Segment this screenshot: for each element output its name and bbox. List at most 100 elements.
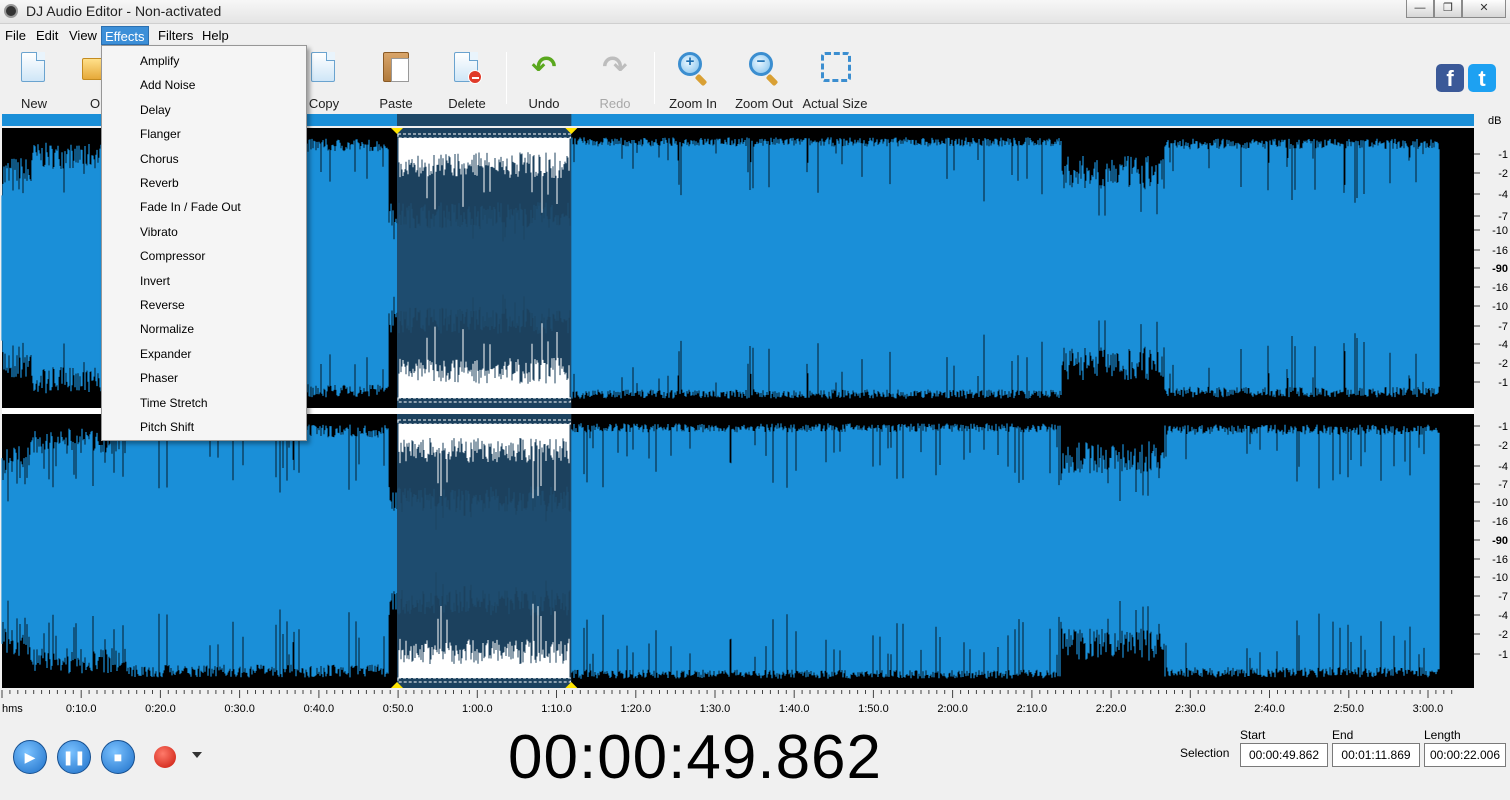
db-tick-label: -4 — [1498, 461, 1508, 473]
copy-button[interactable]: Copy — [302, 50, 346, 111]
db-tick-label: -16 — [1492, 245, 1508, 257]
paste-button[interactable]: Paste — [374, 50, 418, 111]
effects-menu-item[interactable]: Delay — [102, 98, 306, 122]
effects-menu-item[interactable]: Phaser — [102, 366, 306, 390]
redo-label: Redo — [599, 96, 631, 111]
zoom-out-icon: − — [747, 50, 781, 87]
effects-menu-item[interactable]: Vibrato — [102, 220, 306, 244]
time-tick-label: 1:40.0 — [779, 703, 810, 715]
redo-button[interactable]: ↷ Redo — [594, 50, 636, 112]
effects-menu-item[interactable]: Normalize — [102, 317, 306, 341]
db-unit-label: dB — [1488, 115, 1501, 127]
pause-button[interactable]: ❚❚ — [57, 740, 91, 774]
db-tick-label: -2 — [1498, 168, 1508, 180]
stop-icon: ■ — [113, 749, 123, 765]
menu-help[interactable]: Help — [199, 26, 232, 45]
minimize-button[interactable]: — — [1406, 0, 1434, 18]
time-tick-label: 2:10.0 — [1017, 703, 1048, 715]
db-tick-label: -7 — [1498, 321, 1508, 333]
zoom-in-button[interactable]: + Zoom In — [666, 50, 720, 111]
waveform-channel — [1, 423, 1440, 679]
delete-button[interactable]: Delete — [444, 50, 490, 111]
db-tick-label: -7 — [1498, 211, 1508, 223]
db-tick-label: -1 — [1498, 649, 1508, 661]
effects-menu-item[interactable]: Expander — [102, 342, 306, 366]
time-tick-label: 2:40.0 — [1254, 703, 1285, 715]
db-tick-label: -16 — [1492, 282, 1508, 294]
db-tick-label: -1 — [1498, 377, 1508, 389]
effects-menu-item[interactable]: Flanger — [102, 122, 306, 146]
zoom-out-button[interactable]: − Zoom Out — [732, 50, 796, 111]
effects-menu-item[interactable]: Fade In / Fade Out — [102, 195, 306, 219]
selection-label: Selection — [1180, 746, 1230, 760]
db-tick-label: -90 — [1492, 263, 1508, 275]
effects-dropdown-menu: Amplify Add Noise Delay Flanger Chorus Reverb… — [101, 45, 307, 441]
copy-icon — [307, 50, 341, 86]
overview-selection — [396, 114, 572, 126]
effects-menu-item[interactable]: Invert — [102, 269, 306, 293]
time-tick-label: 0:30.0 — [224, 703, 255, 715]
selection-start-field[interactable]: 00:00:49.862 — [1240, 743, 1328, 767]
end-label: End — [1332, 728, 1354, 742]
record-button[interactable] — [154, 746, 176, 768]
effects-menu-item[interactable]: Time Stretch — [102, 391, 306, 415]
redo-icon: ↷ — [602, 51, 628, 84]
length-label: Length — [1424, 728, 1461, 742]
time-unit-label: hms — [2, 703, 23, 715]
undo-button[interactable]: ↶ Undo — [522, 50, 566, 112]
effects-menu-item[interactable]: Amplify — [102, 49, 306, 73]
menu-effects[interactable]: Effects — [101, 26, 149, 45]
selection-end-field[interactable]: 00:01:11.869 — [1332, 743, 1420, 767]
effects-menu-item[interactable]: Reverb — [102, 171, 306, 195]
menu-bar: File Edit View Effects Filters Help — [0, 24, 1510, 46]
app-icon — [4, 4, 18, 18]
close-button[interactable]: ✕ — [1462, 0, 1506, 18]
time-tick-label: 0:10.0 — [66, 703, 97, 715]
time-tick-label: 2:30.0 — [1175, 703, 1206, 715]
zoom-in-label: Zoom In — [669, 96, 717, 111]
menu-edit[interactable]: Edit — [33, 26, 61, 45]
time-tick-label: 1:30.0 — [700, 703, 731, 715]
pause-icon: ❚❚ — [62, 749, 86, 765]
time-tick-label: 1:10.0 — [541, 703, 572, 715]
menu-filters[interactable]: Filters — [155, 26, 196, 45]
title-bar: DJ Audio Editor - Non-activated — ❐ ✕ — [0, 0, 1510, 24]
delete-label: Delete — [448, 96, 486, 111]
record-options-dropdown-icon[interactable] — [192, 752, 202, 758]
window-title: DJ Audio Editor - Non-activated — [26, 3, 222, 19]
menu-file[interactable]: File — [2, 26, 29, 45]
db-tick-label: -10 — [1492, 572, 1508, 584]
db-tick-label: -4 — [1498, 339, 1508, 351]
selection-region — [396, 414, 572, 688]
time-tick-label: 0:40.0 — [304, 703, 335, 715]
play-button[interactable]: ▶ — [13, 740, 47, 774]
stop-button[interactable]: ■ — [101, 740, 135, 774]
paste-icon — [379, 50, 413, 86]
db-tick-label: -10 — [1492, 301, 1508, 313]
menu-view[interactable]: View — [66, 26, 100, 45]
time-tick-label: 2:20.0 — [1096, 703, 1127, 715]
time-tick-label: 1:00.0 — [462, 703, 493, 715]
effects-menu-item[interactable]: Chorus — [102, 147, 306, 171]
current-time-display: 00:00:49.862 — [508, 723, 883, 792]
effects-menu-item[interactable]: Reverse — [102, 293, 306, 317]
facebook-icon[interactable]: f — [1436, 64, 1464, 92]
db-tick-label: -7 — [1498, 479, 1508, 491]
actual-size-button[interactable]: Actual Size — [802, 50, 868, 111]
db-tick-label: -7 — [1498, 591, 1508, 603]
selection-length-field[interactable]: 00:00:22.006 — [1424, 743, 1506, 767]
effects-menu-item[interactable]: Compressor — [102, 244, 306, 268]
db-tick-label: -2 — [1498, 358, 1508, 370]
new-button[interactable]: New — [14, 50, 54, 111]
effects-menu-item[interactable]: Pitch Shift — [102, 415, 306, 439]
effects-menu-item[interactable]: Add Noise — [102, 73, 306, 97]
zoom-in-icon: + — [676, 50, 710, 87]
db-tick-label: -4 — [1498, 610, 1508, 622]
maximize-button[interactable]: ❐ — [1434, 0, 1462, 18]
time-tick-label: 0:20.0 — [145, 703, 176, 715]
db-tick-label: -10 — [1492, 225, 1508, 237]
twitter-icon[interactable]: t — [1468, 64, 1496, 92]
actual-size-icon — [818, 50, 852, 86]
db-tick-label: -4 — [1498, 189, 1508, 201]
time-tick-label: 3:00.0 — [1413, 703, 1444, 715]
